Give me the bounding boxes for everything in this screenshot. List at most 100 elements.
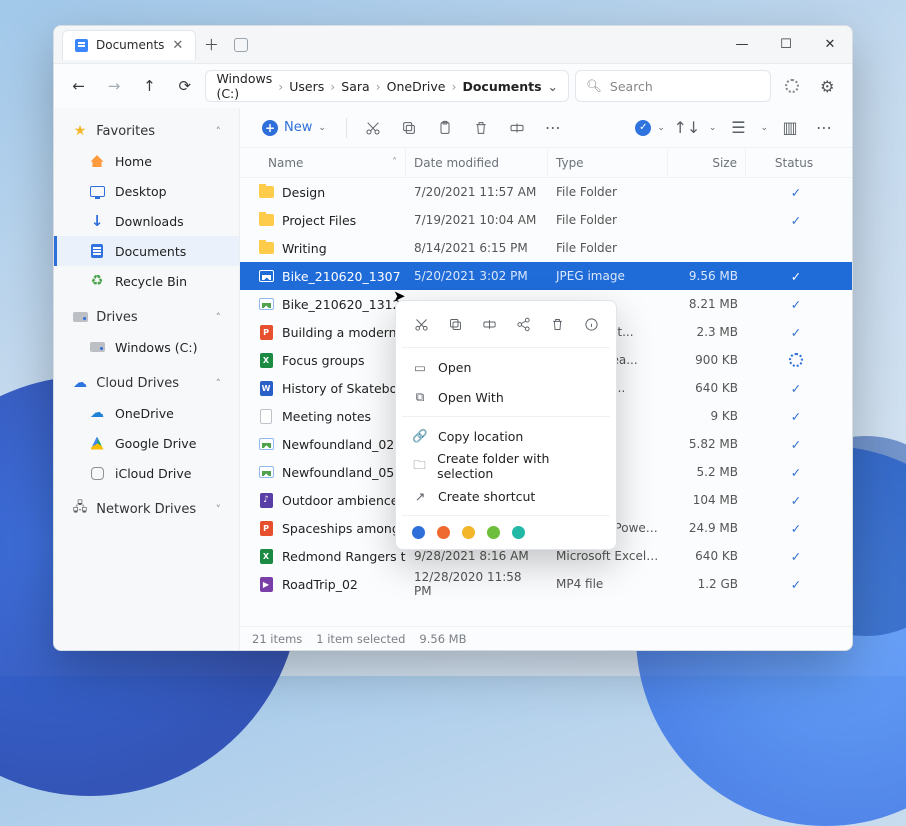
chevron-down-icon: ⌄ bbox=[318, 123, 326, 133]
sync-status-icon[interactable]: ✓ bbox=[635, 120, 651, 136]
col-date[interactable]: Date modified bbox=[406, 148, 548, 177]
crumb-3[interactable]: OneDrive bbox=[387, 79, 446, 94]
col-type[interactable]: Type bbox=[548, 148, 668, 177]
file-row[interactable]: Bike_210620_13075/20/2021 3:02 PMJPEG im… bbox=[240, 262, 852, 290]
search-input[interactable]: 🔍︎ Search bbox=[575, 70, 771, 102]
back-button[interactable]: ← bbox=[64, 71, 93, 101]
sidebar-section-favorites[interactable]: ★ Favorites ˄ bbox=[54, 116, 239, 146]
tab-title: Documents bbox=[96, 38, 164, 52]
cut-button[interactable] bbox=[357, 114, 389, 142]
view-button[interactable]: ☰ bbox=[722, 114, 754, 142]
crumb-4[interactable]: Documents bbox=[462, 79, 541, 94]
nav-row: ← → ↑ ⟳ Windows (C:)› Users› Sara› OneDr… bbox=[54, 64, 852, 108]
layout-button[interactable]: ▥ bbox=[774, 114, 806, 142]
crumb-1[interactable]: Users bbox=[289, 79, 324, 94]
color-tag[interactable] bbox=[412, 526, 425, 539]
file-row[interactable]: Project Files7/19/2021 10:04 AMFile Fold… bbox=[240, 206, 852, 234]
crumb-0[interactable]: Windows (C:) bbox=[216, 71, 272, 101]
file-name: Spaceships among the... bbox=[282, 521, 406, 536]
ctx-copy-location[interactable]: 🔗Copy location bbox=[402, 421, 610, 451]
sidebar-item-downloads[interactable]: ↓Downloads bbox=[54, 206, 239, 236]
col-size[interactable]: Size bbox=[668, 148, 746, 177]
file-status: ✓ bbox=[746, 381, 846, 396]
sidebar-item-desktop[interactable]: Desktop bbox=[54, 176, 239, 206]
overflow-button[interactable]: ⋯ bbox=[808, 114, 840, 142]
chevron-down-icon[interactable]: ⌄ bbox=[657, 123, 665, 133]
crumb-2[interactable]: Sara bbox=[341, 79, 369, 94]
sidebar-section-network[interactable]: 🖧 Network Drives ˅ bbox=[54, 494, 239, 524]
color-tag[interactable] bbox=[462, 526, 475, 539]
close-tab-icon[interactable]: ✕ bbox=[172, 38, 183, 53]
color-tag[interactable] bbox=[512, 526, 525, 539]
file-name: Redmond Rangers triat... bbox=[282, 549, 406, 564]
new-tab-button[interactable]: ＋ bbox=[196, 30, 226, 60]
new-button[interactable]: + New ⌄ bbox=[252, 114, 336, 142]
ctx-open-with[interactable]: ⧉Open With bbox=[402, 382, 610, 412]
sidebar-section-drives[interactable]: Drives ˄ bbox=[54, 302, 239, 332]
sort-button[interactable]: ↑↓ bbox=[671, 114, 703, 142]
delete-button[interactable] bbox=[465, 114, 497, 142]
ctx-cut-icon[interactable] bbox=[408, 311, 434, 337]
paste-button[interactable] bbox=[429, 114, 461, 142]
sidebar-item-recycle[interactable]: ♻Recycle Bin bbox=[54, 266, 239, 296]
network-icon: 🖧 bbox=[72, 501, 88, 517]
file-row[interactable]: ▶RoadTrip_0212/28/2020 11:58 PMMP4 file1… bbox=[240, 570, 852, 598]
color-tag[interactable] bbox=[437, 526, 450, 539]
sidebar-section-cloud[interactable]: ☁ Cloud Drives ˄ bbox=[54, 368, 239, 398]
ctx-copy-icon[interactable] bbox=[442, 311, 468, 337]
ctx-share-icon[interactable] bbox=[510, 311, 536, 337]
col-status[interactable]: Status bbox=[746, 148, 842, 177]
file-name: Bike_210620_1312 bbox=[282, 297, 401, 312]
chevron-down-icon[interactable]: ⌄ bbox=[709, 123, 717, 133]
rename-button[interactable] bbox=[501, 114, 533, 142]
tab-overview-button[interactable] bbox=[234, 38, 248, 52]
ctx-create-shortcut[interactable]: ↗Create shortcut bbox=[402, 481, 610, 511]
breadcrumb[interactable]: Windows (C:)› Users› Sara› OneDrive› Doc… bbox=[205, 70, 569, 102]
window-controls: — ☐ ✕ bbox=[720, 26, 852, 64]
file-row[interactable]: Design7/20/2021 11:57 AMFile Folder✓ bbox=[240, 178, 852, 206]
ctx-open[interactable]: ▭Open bbox=[402, 352, 610, 382]
sidebar-item-home[interactable]: Home bbox=[54, 146, 239, 176]
ctx-rename-icon[interactable] bbox=[476, 311, 502, 337]
color-tag[interactable] bbox=[487, 526, 500, 539]
col-name[interactable]: Name˄ bbox=[240, 148, 406, 177]
status-count: 21 items bbox=[252, 632, 302, 646]
chevron-down-icon[interactable]: ⌄ bbox=[760, 123, 768, 133]
file-icon bbox=[258, 436, 274, 452]
up-button[interactable]: ↑ bbox=[135, 71, 164, 101]
file-status: ✓ bbox=[746, 521, 846, 536]
crumb-dropdown-icon[interactable]: ⌄ bbox=[548, 79, 558, 94]
more-button[interactable]: ⋯ bbox=[537, 114, 569, 142]
search-icon: 🔍︎ bbox=[586, 78, 602, 94]
sort-up-icon: ˄ bbox=[392, 157, 397, 168]
sidebar-item-onedrive[interactable]: ☁OneDrive bbox=[54, 398, 239, 428]
file-icon: X bbox=[258, 548, 274, 564]
file-size: 104 MB bbox=[668, 493, 746, 507]
star-icon: ★ bbox=[72, 123, 88, 139]
maximize-button[interactable]: ☐ bbox=[764, 26, 808, 64]
sidebar-item-gdrive[interactable]: Google Drive bbox=[54, 428, 239, 458]
ctx-info-icon[interactable] bbox=[578, 311, 604, 337]
file-name: Project Files bbox=[282, 213, 356, 228]
ctx-delete-icon[interactable] bbox=[544, 311, 570, 337]
sidebar-item-icloud[interactable]: iCloud Drive bbox=[54, 458, 239, 488]
status-size: 9.56 MB bbox=[419, 632, 466, 646]
file-type: File Folder bbox=[548, 241, 668, 255]
file-icon: W bbox=[258, 380, 274, 396]
close-button[interactable]: ✕ bbox=[808, 26, 852, 64]
minimize-button[interactable]: — bbox=[720, 26, 764, 64]
sidebar-item-winc[interactable]: Windows (C:) bbox=[54, 332, 239, 362]
refresh-button[interactable]: ⟳ bbox=[170, 71, 199, 101]
sidebar: ★ Favorites ˄ Home Desktop ↓Downloads Do… bbox=[54, 108, 240, 650]
tab-documents[interactable]: Documents ✕ bbox=[62, 30, 196, 60]
onedrive-icon: ☁ bbox=[89, 405, 105, 421]
copy-button[interactable] bbox=[393, 114, 425, 142]
file-icon bbox=[258, 268, 274, 284]
ctx-create-folder[interactable]: 🗀Create folder with selection bbox=[402, 451, 610, 481]
network-label: Network Drives bbox=[96, 502, 196, 517]
file-row[interactable]: Writing8/14/2021 6:15 PMFile Folder bbox=[240, 234, 852, 262]
forward-button[interactable]: → bbox=[99, 71, 128, 101]
file-date: 5/20/2021 3:02 PM bbox=[406, 269, 548, 283]
settings-icon[interactable]: ⚙ bbox=[813, 71, 842, 101]
sidebar-item-documents[interactable]: Documents bbox=[54, 236, 239, 266]
